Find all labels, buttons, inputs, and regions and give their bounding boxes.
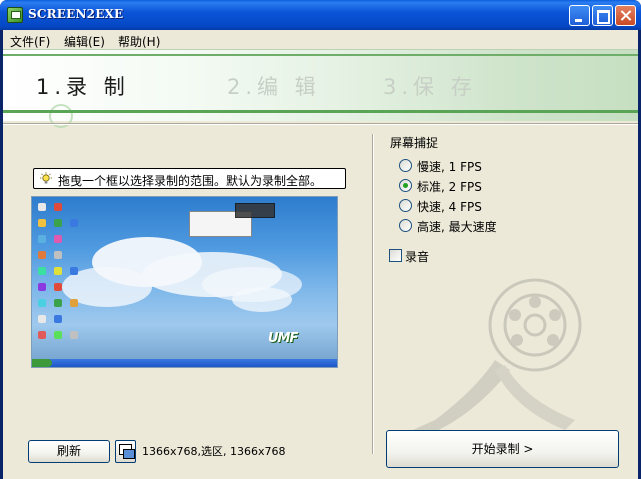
preview-logo: UMF (268, 331, 298, 346)
client-area: 文件(F) 编辑(E) 帮助(H) 1.录 制 2.编 辑 3.保 存 拖曳一个… (3, 30, 638, 479)
vertical-divider (372, 134, 374, 454)
menu-edit[interactable]: 编辑(E) (64, 33, 105, 50)
radio-slow-button[interactable] (399, 159, 412, 172)
window-title: SCREEN2EXE (28, 7, 124, 21)
radio-standard-button[interactable] (399, 179, 412, 192)
menu-file[interactable]: 文件(F) (10, 33, 50, 50)
maximize-button[interactable] (592, 5, 613, 26)
resolution-info: 1366x768,选区, 1366x768 (142, 445, 286, 458)
radio-fast-label: 快速, 4 FPS (417, 200, 482, 214)
preview-popup-dark (235, 203, 275, 218)
header-stripe (3, 110, 638, 113)
select-region-icon[interactable] (115, 440, 136, 463)
header-divider (3, 123, 638, 125)
wizard-header: 1.录 制 2.编 辑 3.保 存 (3, 49, 638, 128)
radio-slow-label: 慢速, 1 FPS (417, 160, 482, 174)
title-bar[interactable]: SCREEN2EXE (0, 0, 641, 30)
app-icon[interactable] (7, 7, 23, 23)
menu-help[interactable]: 帮助(H) (118, 33, 160, 50)
radio-max-button[interactable] (399, 219, 412, 232)
app-window: SCREEN2EXE 文件(F) 编辑(E) 帮助(H) 1.录 制 2.编 辑… (0, 0, 641, 479)
lightbulb-icon (40, 172, 52, 184)
menu-bar: 文件(F) 编辑(E) 帮助(H) (3, 30, 638, 49)
preview-taskbar (32, 359, 337, 367)
capture-group-title: 屏幕捕捉 (390, 136, 439, 150)
record-audio-label: 录音 (405, 250, 430, 264)
radio-max-label: 高速, 最大速度 (417, 220, 497, 234)
film-reel-icon (395, 278, 582, 438)
preview-start-button (32, 359, 52, 367)
step-save: 3.保 存 (383, 75, 477, 99)
radio-fast-button[interactable] (399, 199, 412, 212)
record-audio-checkbox[interactable] (389, 249, 402, 262)
hint-box: 拖曳一个框以选择录制的范围。默认为录制全部。 (33, 168, 346, 189)
screen-preview[interactable]: UMF (31, 196, 338, 368)
close-button[interactable] (615, 5, 636, 26)
radio-standard-label: 标准, 2 FPS (417, 180, 482, 194)
refresh-button[interactable]: 刷新 (28, 440, 110, 463)
step-record: 1.录 制 (36, 75, 130, 99)
minimize-button[interactable] (569, 5, 590, 26)
start-recording-button[interactable]: 开始录制 > (386, 430, 619, 468)
step-edit: 2.编 辑 (227, 75, 321, 99)
hint-text: 拖曳一个框以选择录制的范围。默认为录制全部。 (58, 174, 323, 188)
